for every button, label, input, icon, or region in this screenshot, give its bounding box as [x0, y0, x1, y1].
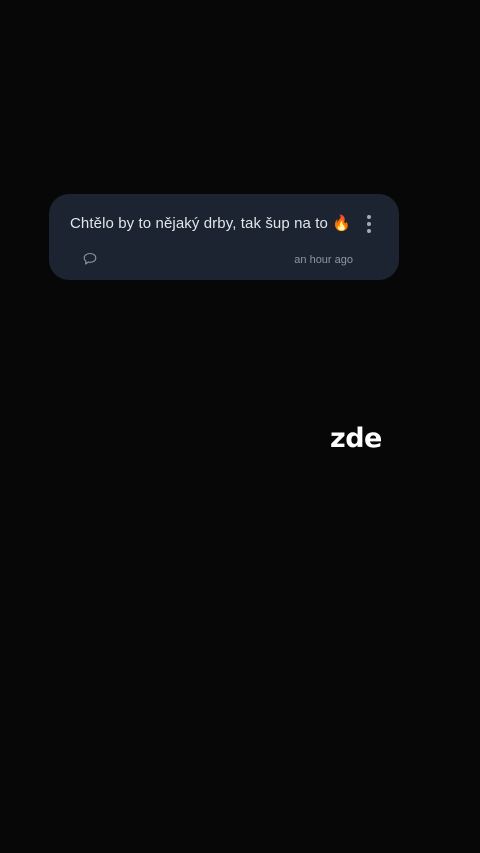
more-vertical-icon-dot: [367, 222, 371, 226]
comment-button[interactable]: [83, 252, 97, 266]
post-text: Chtělo by to nějaký drby, tak šup na to …: [70, 215, 351, 232]
overlay-text: zde: [330, 423, 382, 454]
post-card[interactable]: Chtělo by to nějaký drby, tak šup na to …: [49, 194, 399, 280]
more-vertical-icon: [367, 215, 371, 219]
comment-bubble-icon: [83, 252, 97, 265]
screen: Chtělo by to nějaký drby, tak šup na to …: [0, 0, 480, 853]
more-vertical-icon-dot: [367, 229, 371, 233]
more-options-button[interactable]: [357, 212, 381, 236]
post-timestamp: an hour ago: [294, 254, 353, 266]
